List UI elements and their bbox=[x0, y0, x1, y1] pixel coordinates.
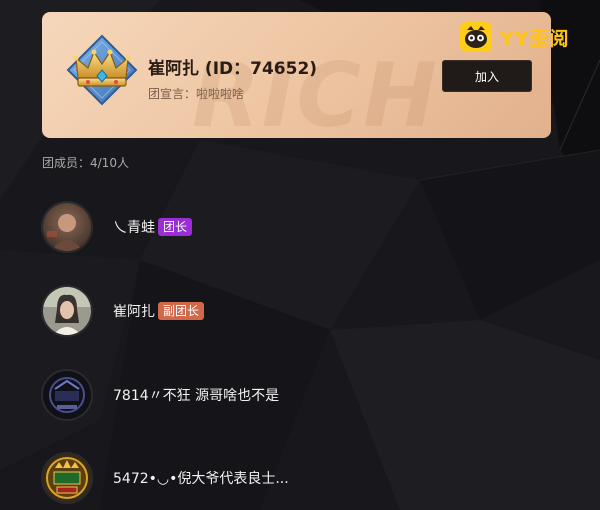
brand-logo: YY歪阅 bbox=[460, 20, 580, 54]
member-name: 乀青蛙 bbox=[113, 220, 155, 236]
members-count: 团成员：4/10人 bbox=[42, 156, 129, 170]
join-button[interactable]: 加入 bbox=[442, 60, 532, 92]
group-motto: 团宣言：啦啦啦啥 bbox=[148, 87, 245, 101]
member-row[interactable]: 7814〃不狂 源哥啥也不是 bbox=[41, 369, 541, 421]
crown-icon bbox=[64, 32, 140, 108]
member-row[interactable]: 崔阿扎 副团长 bbox=[41, 285, 541, 337]
role-badge-leader: 团长 bbox=[158, 218, 193, 236]
avatar[interactable] bbox=[41, 369, 93, 421]
member-name: 崔阿扎 bbox=[113, 304, 155, 320]
role-badge-vice: 副团长 bbox=[158, 302, 205, 320]
avatar[interactable] bbox=[41, 285, 93, 337]
avatar[interactable] bbox=[41, 452, 93, 504]
member-row[interactable]: 5472•◡•倪大爷代表良士... bbox=[41, 452, 541, 504]
avatar[interactable] bbox=[41, 201, 93, 253]
member-name: 7814〃不狂 源哥啥也不是 bbox=[113, 388, 280, 404]
member-row[interactable]: 乀青蛙 团长 bbox=[41, 201, 541, 253]
yy-logo-icon bbox=[460, 22, 492, 52]
brand-name: YY歪阅 bbox=[500, 27, 570, 50]
member-name: 5472•◡•倪大爷代表良士... bbox=[113, 471, 289, 487]
group-title: 崔阿扎 (ID：74652) bbox=[148, 59, 318, 79]
